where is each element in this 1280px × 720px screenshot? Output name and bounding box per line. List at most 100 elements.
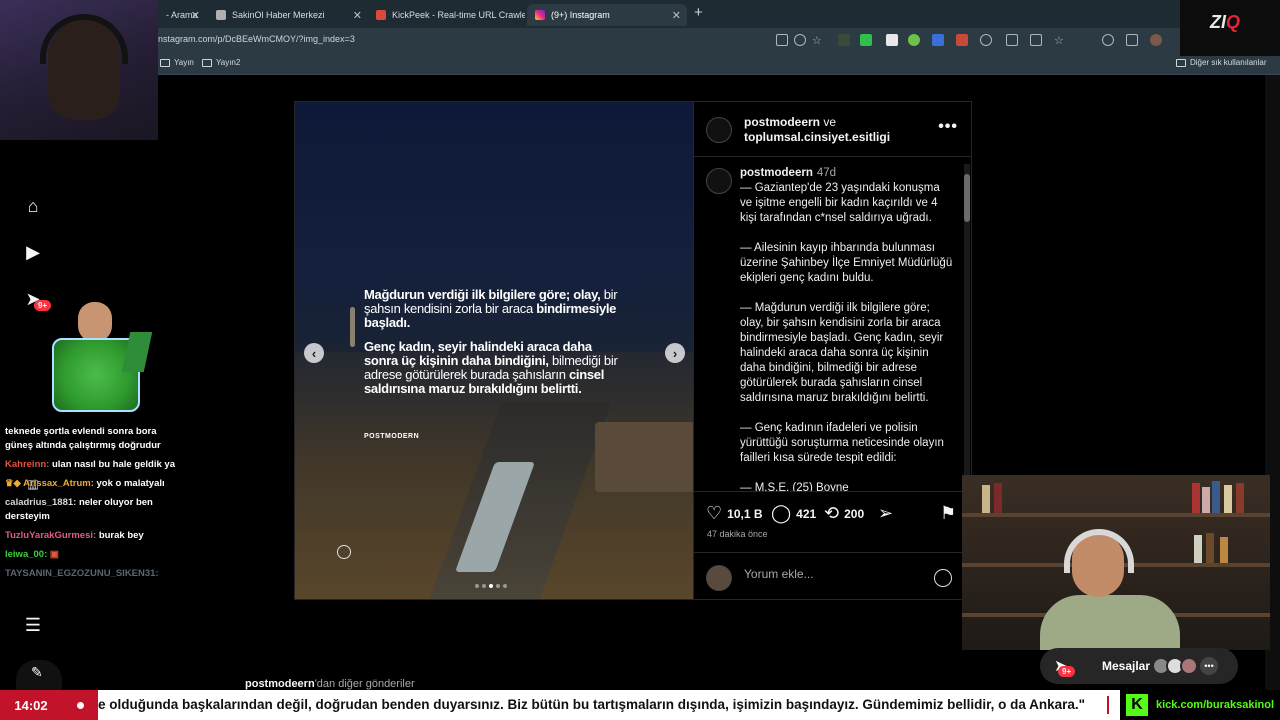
tab-instagram[interactable]: (9+) Instagram ✕	[527, 4, 687, 26]
emote-face	[78, 302, 112, 342]
ticker-body: e olduğunda başkalarından değil, doğruda…	[98, 690, 1110, 720]
share-icon: ➢	[878, 503, 894, 523]
menu-icon[interactable]: ☰	[22, 614, 44, 636]
repost-button[interactable]: ⟲ 200	[824, 503, 864, 524]
like-button[interactable]: ♡ 10,1 B	[706, 503, 763, 524]
comment-button[interactable]: ◯ 421	[771, 503, 816, 524]
book	[982, 485, 990, 513]
postmodern-watermark: POSTMODERN	[364, 433, 420, 440]
comment-input[interactable]	[744, 567, 924, 581]
building	[595, 422, 693, 492]
tab-search[interactable]: - Arama ✕	[158, 4, 206, 26]
author-joiner: ve	[823, 115, 837, 129]
bookmark-yayin2[interactable]: Yayın2	[202, 58, 240, 67]
collections-icon[interactable]	[1126, 34, 1138, 46]
messages-button[interactable]: ➤ 9+ Mesajlar •••	[1040, 648, 1238, 684]
chat-badges-icon: ♛◆	[5, 478, 21, 489]
live-dot-icon	[62, 690, 98, 720]
more-posts-suffix: 'dan diğer gönderiler	[314, 678, 415, 690]
screenshot-icon[interactable]	[776, 34, 788, 46]
extension-icon[interactable]	[908, 34, 920, 46]
chat-message: caladrius_1881: neler oluyor ben derstey…	[5, 496, 175, 524]
translate-icon[interactable]	[932, 34, 944, 46]
tab-sakinol-haber[interactable]: SakinOl Haber Merkezi ✕	[208, 4, 368, 26]
carousel-dot	[475, 584, 479, 588]
caption-paragraph: — Ailesinin kayıp ihbarında bulunması üz…	[740, 242, 953, 284]
carousel-dots	[475, 584, 507, 588]
extension-icon[interactable]	[860, 34, 872, 46]
carousel-dot	[503, 584, 507, 588]
chat-username: caladrius_1881:	[5, 497, 77, 508]
save-button[interactable]: ⚑	[940, 503, 956, 524]
posted-time: 47 dakika önce	[707, 529, 768, 539]
star-icon[interactable]: ☆	[812, 34, 824, 47]
comment-icon: ◯	[771, 503, 792, 523]
post-side-panel: postmodeern ve toplumsal.cinsiyet.esitli…	[694, 101, 972, 600]
kick-url: kick.com/buraksakinol	[1156, 699, 1274, 711]
next-slide-button[interactable]: ›	[665, 343, 685, 363]
collaborator-username[interactable]: toplumsal.cinsiyet.esitligi	[744, 130, 890, 144]
url-field[interactable]: nstagram.com/p/DcBEeWmCMOY/?img_index=3	[158, 34, 355, 44]
headphones-icon	[1064, 529, 1134, 573]
close-icon[interactable]: ✕	[672, 9, 681, 22]
logo-main: ZI	[1210, 12, 1226, 32]
chat-username: TAYSANIN_EGZOZUNU_SIKEN31:	[5, 568, 159, 579]
zoom-icon[interactable]	[794, 34, 806, 46]
carousel-dot	[482, 584, 486, 588]
extension-icon[interactable]	[838, 34, 850, 46]
book	[1212, 481, 1220, 513]
bookmark-label: Yayın2	[216, 58, 241, 67]
tab-label: (9+) Instagram	[551, 10, 610, 20]
chat-text: teknede şortla evlendi sonra bora güneş …	[5, 426, 161, 451]
favorites-icon[interactable]	[1030, 34, 1042, 46]
new-tab-plus-icon[interactable]: +	[694, 4, 703, 21]
extension-icon[interactable]	[886, 34, 898, 46]
chat-message: TAYSANIN_EGZOZUNU_SIKEN31:	[5, 567, 175, 581]
previous-slide-button[interactable]: ‹	[304, 343, 324, 363]
other-bookmarks[interactable]: Diğer sık kullanılanlar	[1176, 58, 1266, 67]
chat-emote-overlay	[30, 296, 155, 418]
kick-logo-icon: K	[1126, 694, 1148, 716]
more-posts-user[interactable]: postmodeern	[245, 678, 315, 690]
logo-text: ZIQ	[1210, 12, 1240, 33]
profile-avatar[interactable]	[1150, 34, 1162, 46]
split-screen-icon[interactable]	[1006, 34, 1018, 46]
more-posts-heading: postmodeern'dan diğer gönderiler	[245, 678, 415, 690]
caption-paragraph: — Gaziantep'de 23 yaşındaki konuşma ve i…	[740, 182, 940, 224]
chat-username: Arissax_Atrum:	[23, 478, 94, 489]
bookshelf	[962, 513, 1270, 517]
author-avatar[interactable]	[706, 117, 732, 143]
chat-avatar	[1180, 657, 1198, 675]
like-count: 10,1 B	[727, 506, 763, 521]
close-icon[interactable]: ✕	[353, 9, 362, 22]
tab-kickpeek[interactable]: KickPeek - Real-time URL Crawler	[368, 4, 525, 26]
caption-scrollbar[interactable]	[964, 164, 970, 494]
ticker-text: e olduğunda başkalarından değil, doğruda…	[98, 697, 1086, 712]
book	[1202, 487, 1210, 513]
caption-avatar[interactable]	[706, 168, 732, 194]
stream-logo: ZIQ	[1180, 0, 1280, 56]
logo-accent: Q	[1226, 12, 1241, 32]
close-icon[interactable]: ✕	[191, 9, 200, 22]
reels-icon[interactable]: ▶	[22, 241, 44, 263]
home-icon[interactable]: ⌂	[22, 195, 44, 217]
bookmark-yayin[interactable]: Yayın	[160, 58, 194, 67]
emoji-icon[interactable]	[934, 569, 952, 587]
extension-icon[interactable]	[956, 34, 968, 46]
browser-essentials-icon[interactable]	[1102, 34, 1114, 46]
folder-icon	[160, 58, 170, 67]
favorites-star-icon[interactable]: ☆	[1054, 34, 1066, 47]
heart-icon: ♡	[706, 503, 723, 523]
more-options-button[interactable]: •••	[938, 118, 958, 136]
stream-chat: teknede şortla evlendi sonra bora güneş …	[5, 425, 175, 586]
post-image[interactable]: Mağdurun verdiği ilk bilgilere göre; ola…	[294, 101, 694, 600]
scrollbar-thumb[interactable]	[964, 174, 970, 222]
author-username[interactable]: postmodeern	[744, 115, 820, 129]
minaret	[350, 307, 355, 347]
caption-username[interactable]: postmodeern	[740, 167, 813, 179]
extensions-puzzle-icon[interactable]	[980, 34, 992, 46]
post-authors: postmodeern ve toplumsal.cinsiyet.esitli…	[744, 115, 890, 145]
tagged-users-icon[interactable]	[337, 545, 351, 559]
share-button[interactable]: ➢	[878, 503, 893, 524]
book	[1236, 483, 1244, 513]
